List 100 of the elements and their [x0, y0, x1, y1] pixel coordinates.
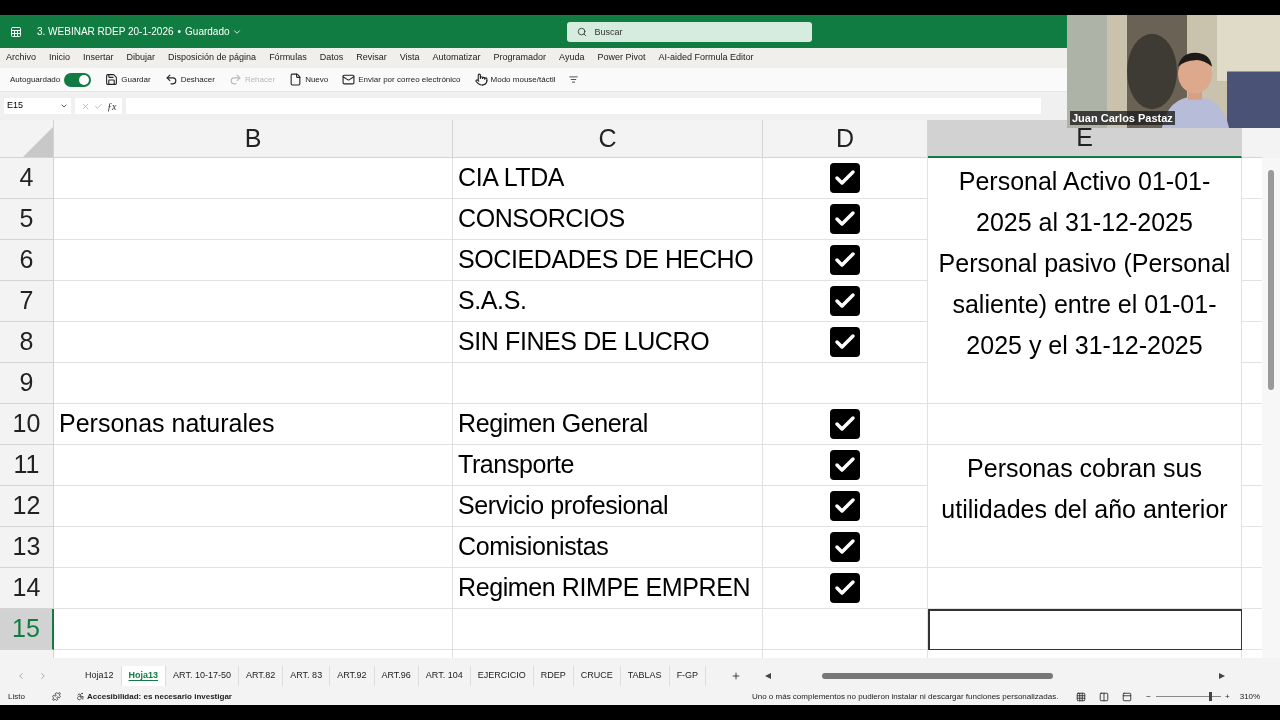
sheet-tab[interactable]: ART. 83	[283, 666, 331, 686]
chevron-down-icon	[60, 102, 68, 110]
sheet-tab[interactable]: TABLAS	[620, 666, 670, 686]
menu-tab[interactable]: Archivo	[6, 51, 36, 65]
sheet-tab[interactable]: ART.92	[330, 666, 375, 686]
checkbox[interactable]	[830, 409, 860, 439]
menu-tab[interactable]: Fórmulas	[269, 51, 307, 65]
selected-cell[interactable]	[928, 609, 1242, 650]
name-box[interactable]: E15	[4, 98, 71, 114]
toolbar-button[interactable]: Enviar por correo electrónico	[342, 73, 461, 86]
row-header[interactable]: 7	[0, 281, 54, 322]
zoom-thumb[interactable]	[1208, 692, 1212, 701]
cell-note: Personal pasivo (Personal saliente) entre el 01-01-2025 y el 31-12-2025	[937, 248, 1232, 361]
checkbox[interactable]	[830, 532, 860, 562]
menu-tab[interactable]: Vista	[399, 51, 420, 65]
sheet-tab[interactable]: F-GP	[669, 666, 707, 686]
sheet-tab[interactable]: EJERCICIO	[470, 666, 534, 686]
checkbox[interactable]	[830, 245, 860, 275]
scroll-left-icon[interactable]	[765, 673, 772, 679]
save-status-button[interactable]: Guardado	[185, 24, 242, 39]
customize-toolbar-icon[interactable]	[569, 75, 579, 84]
ready-status: Listo	[8, 690, 26, 703]
zoom-in-button[interactable]: +	[1225, 690, 1230, 703]
menu-tab[interactable]: Programador	[493, 51, 547, 65]
excel-logo-icon	[10, 25, 22, 38]
table-cell: Comisionistas	[453, 527, 763, 568]
checkbox[interactable]	[830, 491, 860, 521]
vertical-scrollbar[interactable]	[1262, 158, 1280, 658]
row-header[interactable]: 11	[0, 445, 54, 486]
sheet-tab[interactable]: RDEP	[533, 666, 574, 686]
checkbox[interactable]	[830, 163, 860, 193]
table-cell: Regimen RIMPE EMPREN	[453, 568, 763, 609]
toolbar-button[interactable]: Modo mouse/táctil	[474, 73, 556, 86]
checkbox[interactable]	[830, 286, 860, 316]
accessibility-icon	[76, 692, 85, 701]
zoom-percentage[interactable]: 310%	[1239, 690, 1261, 703]
file-icon	[289, 73, 303, 86]
menu-tab[interactable]: Datos	[319, 51, 344, 65]
sheet-tab[interactable]: ART.82	[238, 666, 284, 686]
row-header[interactable]: 8	[0, 322, 54, 363]
column-header[interactable]: D	[763, 120, 928, 158]
toolbar-button[interactable]: Guardar	[105, 73, 151, 86]
sheet-tab[interactable]: ART.96	[374, 666, 419, 686]
table-cell: SOCIEDADES DE HECHO	[453, 240, 763, 281]
checkbox[interactable]	[830, 450, 860, 480]
menu-tab[interactable]: Inicio	[49, 51, 71, 65]
menu-tab[interactable]: Ayuda	[559, 51, 585, 65]
checkbox[interactable]	[830, 573, 860, 603]
table-cell: Regimen General	[453, 404, 763, 445]
column-header[interactable]: B	[54, 120, 453, 158]
column-header[interactable]: C	[453, 120, 763, 158]
row-header[interactable]: 6	[0, 240, 54, 281]
add-in-message: Uno o más complementos no pudieron instalar ni descargar funciones personalizadas.	[751, 690, 1059, 703]
menu-tab[interactable]: Dibujar	[126, 51, 156, 65]
zoom-out-button[interactable]: −	[1146, 690, 1152, 703]
separator-dot: •	[177, 25, 182, 39]
redo-icon	[228, 73, 242, 86]
page-layout-icon[interactable]	[1099, 691, 1110, 702]
sheet-tab[interactable]: Hoja13	[121, 666, 167, 686]
cell-reference: E15	[7, 99, 23, 113]
row-header[interactable]: 4	[0, 158, 54, 199]
row-header[interactable]: 13	[0, 527, 54, 568]
add-sheet-icon[interactable]	[731, 671, 742, 681]
sheet-tab[interactable]: ART. 10-17-50	[166, 666, 239, 686]
toolbar-button[interactable]: Nuevo	[289, 73, 329, 86]
table-cell: CONSORCIOS	[453, 199, 763, 240]
file-name: 3. WEBINAR RDEP 20-1-2026	[37, 25, 174, 39]
search-field[interactable]: Buscar	[566, 21, 812, 42]
menu-tab[interactable]: Automatizar	[432, 51, 481, 65]
menu-tab[interactable]: AI-aided Formula Editor	[658, 51, 754, 65]
row-header[interactable]: 12	[0, 486, 54, 527]
table-cell: CIA LTDA	[453, 158, 763, 199]
page-break-icon[interactable]	[1122, 691, 1133, 702]
sheet-tab[interactable]: ART. 104	[418, 666, 471, 686]
menu-tab[interactable]: Power Pivot	[597, 51, 646, 65]
table-cell: Personas naturales	[54, 404, 453, 445]
menu-tab[interactable]: Insertar	[83, 51, 114, 65]
row-header[interactable]: 9	[0, 363, 54, 404]
table-cell: Servicio profesional	[453, 486, 763, 527]
autosave-toggle[interactable]	[64, 72, 92, 87]
sheet-tab[interactable]: CRUCE	[573, 666, 621, 686]
checkbox[interactable]	[830, 204, 860, 234]
row-header[interactable]: 5	[0, 199, 54, 240]
search-icon	[576, 26, 587, 37]
toolbar-button[interactable]: Deshacer	[164, 73, 215, 86]
sheet-tab[interactable]: Hoja12	[78, 666, 122, 686]
autosave-label: Autoguardado	[10, 73, 61, 86]
menu-tab[interactable]: Disposición de página	[168, 51, 257, 65]
row-header[interactable]: 10	[0, 404, 54, 445]
mail-icon	[342, 73, 356, 86]
table-cell: SIN FINES DE LUCRO	[453, 322, 763, 363]
scroll-right-icon[interactable]	[1219, 673, 1226, 679]
pointer-icon	[474, 73, 488, 86]
checkbox[interactable]	[830, 327, 860, 357]
menu-tab[interactable]: Revisar	[356, 51, 387, 65]
undo-icon	[164, 73, 178, 86]
row-header[interactable]: 14	[0, 568, 54, 609]
table-cell: S.A.S.	[453, 281, 763, 322]
normal-view-icon[interactable]	[1076, 691, 1087, 702]
accessibility-status[interactable]: Accesibilidad: es necesario investigar	[76, 690, 232, 703]
